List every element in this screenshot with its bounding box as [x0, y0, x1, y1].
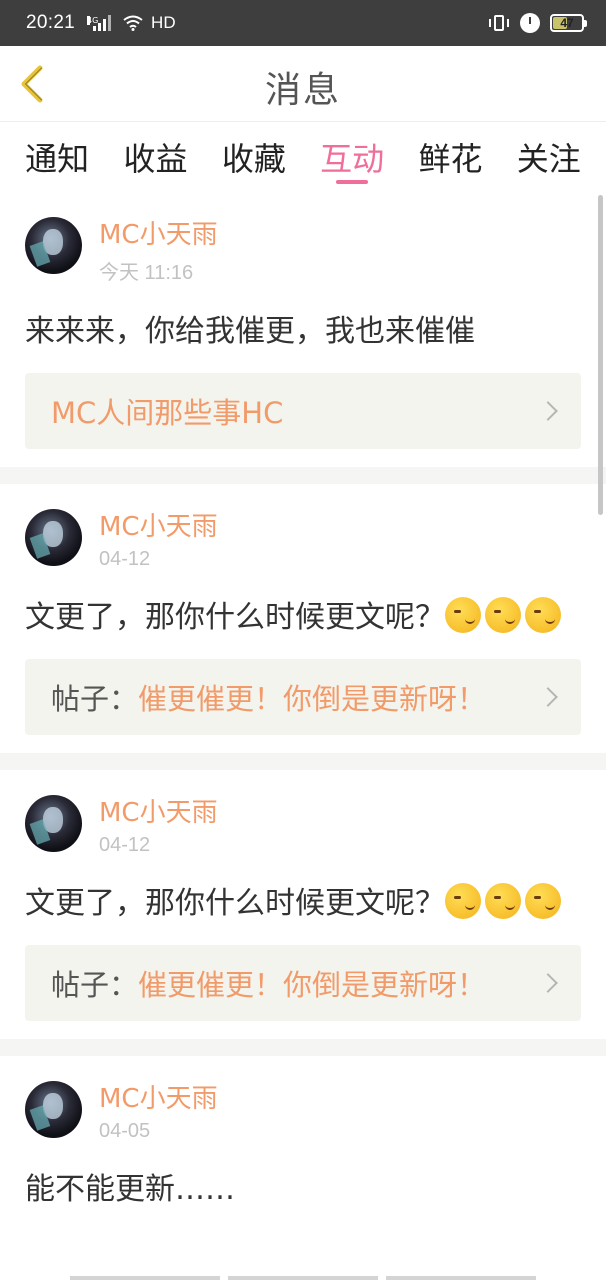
divider	[0, 1039, 606, 1056]
referenced-post-title: 催更催更！你倒是更新呀！	[138, 682, 487, 716]
chevron-right-icon	[538, 973, 558, 993]
avatar[interactable]	[25, 509, 82, 566]
message-time: 04-12	[99, 548, 151, 570]
referenced-post-title: MC人间那些事HC	[51, 396, 284, 430]
tab-follows[interactable]: 关注	[517, 122, 581, 192]
smirk-emoji-icon	[525, 883, 561, 919]
message-text-body: 能不能更新……	[25, 1172, 235, 1207]
app-header: 消息	[0, 46, 606, 122]
divider	[0, 753, 606, 770]
username[interactable]: MC小天雨	[99, 218, 218, 252]
tab-bar: 通知 收益 收藏 互动 鲜花 关注	[0, 122, 606, 192]
message-text: 文更了，那你什么时候更文呢？	[25, 597, 581, 639]
smirk-emoji-icon	[445, 883, 481, 919]
tab-label: 收藏	[221, 140, 286, 178]
hd-indicator: HD	[151, 13, 176, 32]
tab-interactions[interactable]: 互动	[320, 122, 384, 192]
message-text: 能不能更新……	[25, 1169, 581, 1211]
username[interactable]: MC小天雨	[99, 796, 218, 830]
avatar[interactable]	[25, 795, 82, 852]
vibrate-icon	[488, 15, 510, 31]
page-title: 消息	[264, 70, 341, 111]
username[interactable]: MC小天雨	[99, 510, 218, 544]
navigation-gesture-bar	[70, 1276, 536, 1280]
message-item: MC小天雨 04-12 文更了，那你什么时候更文呢？ 帖子：催更催更！你倒是更新…	[0, 770, 606, 1039]
message-text: 来来来，你给我催更，我也来催催	[25, 311, 581, 353]
chevron-right-icon	[538, 401, 558, 421]
tab-notifications[interactable]: 通知	[25, 122, 89, 192]
network-type: 4G	[87, 16, 99, 25]
tab-label: 通知	[25, 140, 90, 178]
battery-icon: 47	[550, 14, 587, 32]
message-item: MC小天雨 04-05 能不能更新……	[0, 1056, 606, 1229]
status-time: 20:21	[26, 12, 76, 33]
message-list[interactable]: MC小天雨 今天 11:16 来来来，你给我催更，我也来催催 MC人间那些事HC…	[0, 192, 606, 1280]
smirk-emoji-icon	[485, 597, 521, 633]
message-text-body: 文更了，那你什么时候更文呢？	[25, 886, 445, 921]
referenced-post-prefix: 帖子：	[51, 682, 139, 716]
tab-label: 鲜花	[418, 140, 483, 178]
message-time: 今天 11:16	[99, 262, 194, 284]
message-text-body: 文更了，那你什么时候更文呢？	[25, 600, 445, 635]
smirk-emoji-icon	[525, 597, 561, 633]
avatar[interactable]	[25, 1081, 82, 1138]
message-text: 文更了，那你什么时候更文呢？	[25, 883, 581, 925]
tab-label: 关注	[516, 140, 581, 178]
message-item: MC小天雨 今天 11:16 来来来，你给我催更，我也来催催 MC人间那些事HC	[0, 192, 606, 467]
tab-flowers[interactable]: 鲜花	[418, 122, 482, 192]
avatar[interactable]	[25, 217, 82, 274]
tab-earnings[interactable]: 收益	[123, 122, 187, 192]
message-text-body: 来来来，你给我催更，我也来催催	[25, 314, 475, 349]
alarm-icon	[520, 13, 540, 33]
chevron-right-icon	[538, 687, 558, 707]
status-bar: 20:21 4G HD 47	[0, 0, 606, 46]
scrollbar[interactable]	[598, 195, 603, 515]
referenced-post[interactable]: MC人间那些事HC	[25, 373, 581, 449]
referenced-post[interactable]: 帖子：催更催更！你倒是更新呀！	[25, 945, 581, 1021]
referenced-post[interactable]: 帖子：催更催更！你倒是更新呀！	[25, 659, 581, 735]
tab-favorites[interactable]: 收藏	[222, 122, 286, 192]
tab-label: 收益	[123, 140, 188, 178]
smirk-emoji-icon	[485, 883, 521, 919]
smirk-emoji-icon	[445, 597, 481, 633]
divider	[0, 467, 606, 484]
message-item: MC小天雨 04-12 文更了，那你什么时候更文呢？ 帖子：催更催更！你倒是更新…	[0, 484, 606, 753]
wifi-icon	[123, 15, 143, 31]
username[interactable]: MC小天雨	[99, 1082, 218, 1116]
message-time: 04-12	[99, 834, 151, 856]
signal-icon: 4G	[87, 15, 112, 31]
referenced-post-prefix: 帖子：	[51, 968, 139, 1002]
battery-level: 47	[560, 16, 574, 30]
tab-label: 互动	[320, 140, 385, 178]
referenced-post-title: 催更催更！你倒是更新呀！	[138, 968, 487, 1002]
message-time: 04-05	[99, 1120, 151, 1142]
